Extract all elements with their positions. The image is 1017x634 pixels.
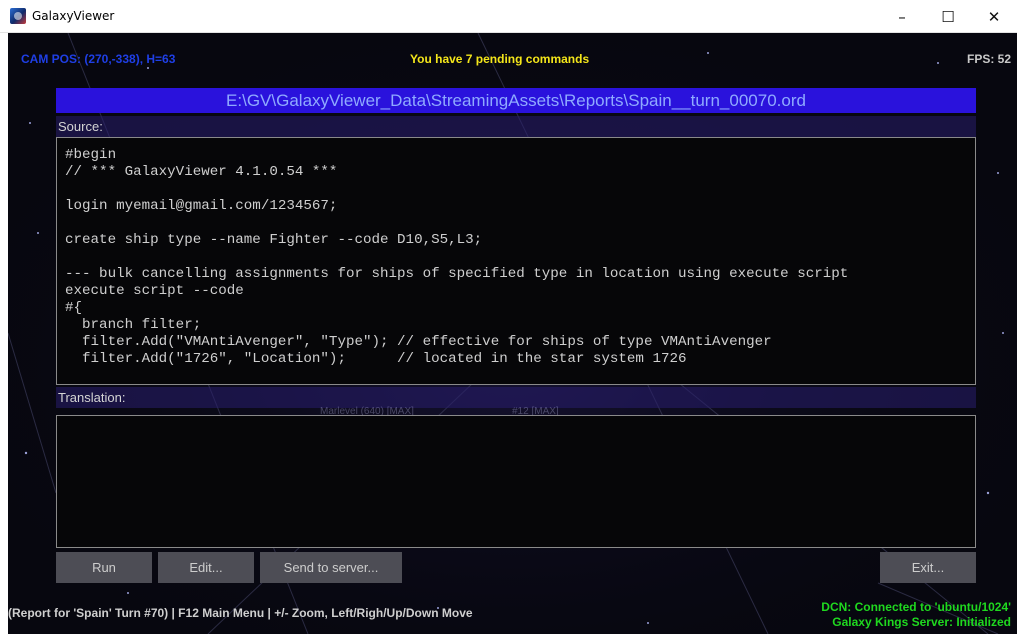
translation-output[interactable] [56,415,976,548]
translation-label: Translation: [56,387,976,408]
fps-counter: FPS: 52 [966,52,1011,66]
code-line: execute script --code [65,283,244,299]
window-title: GalaxyViewer [32,9,115,23]
code-line: // *** GalaxyViewer 4.1.0.54 *** [65,164,338,180]
maximize-button[interactable]: ☐ [925,0,971,33]
code-line: filter.Add("1726", "Location"); // locat… [65,351,687,367]
window-controls: – ☐ ✕ [879,0,1017,33]
code-line: --- bulk cancelling assignments for ship… [65,266,849,282]
run-button[interactable]: Run [56,552,152,583]
galaxyviewer-app-icon [10,8,26,24]
code-line: branch filter; [65,317,202,333]
code-line: #{ [65,300,83,316]
source-label: Source: [56,116,976,137]
edit-button[interactable]: Edit... [158,552,254,583]
source-code-lines: #begin// *** GalaxyViewer 4.1.0.54 *** lo… [57,138,975,368]
report-file-path: E:\GV\GalaxyViewer_Data\StreamingAssets\… [56,88,976,113]
send-to-server-button[interactable]: Send to server... [260,552,402,583]
server-status: Galaxy Kings Server: Initialized [832,615,1011,629]
close-button[interactable]: ✕ [971,0,1017,33]
source-code-editor[interactable]: #begin// *** GalaxyViewer 4.1.0.54 *** lo… [56,137,976,385]
pending-commands-notice: You have 7 pending commands [410,52,590,66]
camera-position-readout: CAM POS: (270,-338), H=63 [21,52,176,66]
code-line: create ship type --name Fighter --code D… [65,232,483,248]
exit-button[interactable]: Exit... [880,552,976,583]
code-line: filter.Add("VMAntiAvenger", "Type"); // … [65,334,772,350]
dcn-status: DCN: Connected to 'ubuntu/1024' [821,600,1011,614]
window-titlebar: GalaxyViewer – ☐ ✕ [0,0,1017,33]
connection-status: DCN: Connected to 'ubuntu/1024' Galaxy K… [821,600,1011,630]
status-help-text: (Report for 'Spain' Turn #70) | F12 Main… [8,606,473,620]
game-viewport[interactable]: CAM POS: (270,-338), H=63 You have 7 pen… [8,33,1017,634]
code-line: login myemail@gmail.com/1234567; [65,198,338,214]
code-line: #begin [65,147,117,163]
minimize-button[interactable]: – [879,0,925,33]
